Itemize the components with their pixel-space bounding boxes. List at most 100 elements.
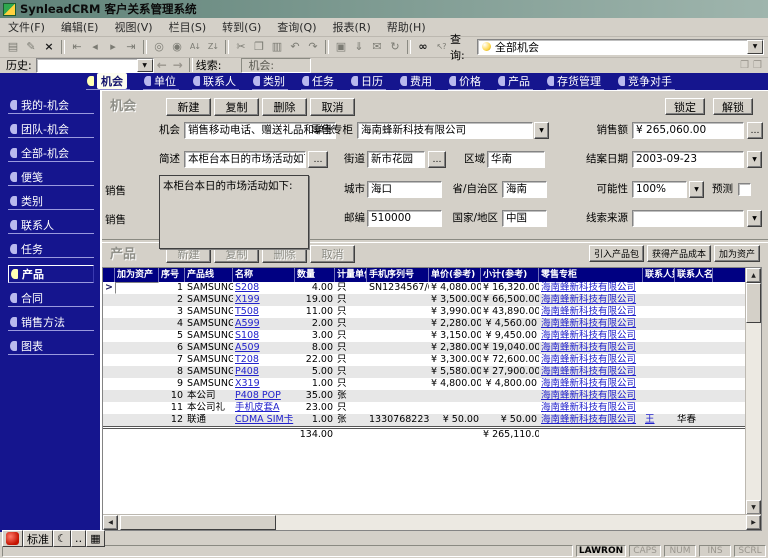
cell-link[interactable]: 海南蜂新科技有限公司 [539,318,643,330]
tab-item[interactable]: 产品 [495,73,535,91]
column-header[interactable]: 小计(参考) [481,268,539,282]
cell-link[interactable]: X199 [233,294,295,306]
redo-icon[interactable]: ↷ [304,39,322,55]
catalog-icon[interactable]: ❒ [753,60,762,71]
tab-item[interactable]: 费用 [397,73,437,91]
paste-icon[interactable]: ▥ [268,39,286,55]
column-header[interactable]: 产品线 [185,268,233,282]
table-row[interactable]: 5SAMSUNGS1083.00只¥ 3,150.00¥ 9,450.00海南蜂… [103,330,746,342]
first-record-icon[interactable]: ⇤ [68,39,86,55]
unlock-button[interactable]: 解锁 [713,98,753,115]
cell-link[interactable]: 海南蜂新科技有限公司 [539,402,643,414]
sidebar-item[interactable]: 类别 [8,193,94,210]
ime-keyboard-icon[interactable]: ▦ [86,530,104,547]
city-input[interactable]: 海口 [367,181,442,198]
zip-input[interactable]: 510000 [367,210,442,227]
tab-item[interactable]: 任务 [299,73,339,91]
close-date-dropdown-icon[interactable]: ▼ [747,151,762,168]
table-row[interactable]: 7SAMSUNGT20822.00只¥ 3,300.00¥ 72,600.00海… [103,354,746,366]
menu-item[interactable]: 视图(V) [106,19,160,35]
sidebar-item[interactable]: 合同 [8,290,94,307]
sidebar-item[interactable]: 全部-机会 [8,145,94,162]
column-header[interactable]: 计量单位 [335,268,367,282]
scroll-right-icon[interactable]: ▶ [746,515,761,530]
cell-link[interactable]: 海南蜂新科技有限公司 [539,342,643,354]
sidebar-item[interactable]: 便笺 [8,169,94,186]
sidebar-item[interactable]: 联系人 [8,217,94,234]
scroll-up-icon[interactable]: ▲ [746,268,761,283]
street-input[interactable]: 新市花园 [367,151,425,168]
vertical-scrollbar[interactable]: ▲ ▼ [745,268,761,515]
history-back-icon[interactable]: ← [154,58,170,72]
cell-link[interactable]: T508 [233,306,295,318]
opportunity-action-button[interactable]: 取消 [310,98,355,116]
new-record-icon[interactable]: ▤ [4,39,22,55]
table-row[interactable]: 3SAMSUNGT50811.00只¥ 3,990.00¥ 43,890.00海… [103,306,746,318]
ime-punctuation-icon[interactable]: ‥ [71,530,86,547]
query-combobox[interactable]: 全部机会 ▼ [477,39,764,55]
cell-link[interactable]: A599 [233,318,295,330]
menu-item[interactable]: 查询(Q) [269,19,324,35]
help-pointer-icon[interactable]: ↖? [432,39,450,55]
table-row[interactable]: 8SAMSUNGP4085.00只¥ 5,580.00¥ 27,900.00海南… [103,366,746,378]
region-input[interactable]: 华南 [487,151,545,168]
report-icon[interactable]: ❒ [740,60,749,71]
print-icon[interactable]: ▣ [332,39,350,55]
edit-record-icon[interactable]: ✎ [22,39,40,55]
tab-item[interactable]: 单位 [141,73,181,91]
close-date-input[interactable]: 2003-09-23 [632,151,744,168]
sidebar-item[interactable]: 销售方法 [8,314,94,331]
history-dropdown-icon[interactable]: ▼ [137,59,153,72]
previous-record-icon[interactable]: ◂ [86,39,104,55]
lead-source-input[interactable] [632,210,744,227]
opportunity-action-button[interactable]: 复制 [214,98,259,116]
cell-link[interactable]: 海南蜂新科技有限公司 [539,306,643,318]
sidebar-item[interactable]: 任务 [8,241,94,258]
sidebar-item[interactable]: 图表 [8,338,94,355]
table-row[interactable]: 4SAMSUNGA5992.00只¥ 2,280.00¥ 4,560.00海南蜂… [103,318,746,330]
retail-counter-input[interactable]: 海南蜂新科技有限公司 [357,122,533,139]
cell-link[interactable]: 海南蜂新科技有限公司 [539,282,643,294]
menu-item[interactable]: 编辑(E) [53,19,107,35]
menu-item[interactable]: 转到(G) [214,19,269,35]
menu-item[interactable]: 帮助(H) [379,19,434,35]
cell-link[interactable]: 王 [643,414,675,426]
opportunity-action-button[interactable]: 删除 [262,98,307,116]
horizontal-scrollbar[interactable]: ◀ ▶ [103,514,761,530]
summary-input[interactable]: 本柜台本日的市场活动如下: [184,151,306,168]
cell-link[interactable]: P408 [233,366,295,378]
next-record-icon[interactable]: ▸ [104,39,122,55]
table-row[interactable]: >1SAMSUNGS2084.00只SN1234567/68/¥ 4,080.0… [103,282,746,294]
zoom-icon[interactable]: ◎ [150,39,168,55]
product-tool-button[interactable]: 加为资产 [714,245,760,262]
tab-item[interactable]: 存货管理 [544,73,606,91]
ime-logo[interactable] [2,530,23,547]
column-header[interactable]: 名称 [233,268,295,282]
cell-link[interactable]: 海南蜂新科技有限公司 [539,378,643,390]
last-record-icon[interactable]: ⇥ [122,39,140,55]
tab-item[interactable]: 机会 [84,73,132,91]
cell-link[interactable]: 海南蜂新科技有限公司 [539,366,643,378]
retail-counter-dropdown-icon[interactable]: ▼ [534,122,549,139]
column-header[interactable]: 零售专柜 [539,268,643,282]
mail-icon[interactable]: ✉ [368,39,386,55]
cell-link[interactable]: 海南蜂新科技有限公司 [539,390,643,402]
table-row[interactable]: 12联通CDMA SIM卡1.00张13307682236¥ 50.00¥ 50… [103,414,746,426]
menu-item[interactable]: 报表(R) [325,19,379,35]
forecast-checkbox[interactable] [738,183,751,196]
cell-link[interactable]: S108 [233,330,295,342]
sidebar-item[interactable]: 产品 [8,265,94,283]
product-tool-button[interactable]: 获得产品成本 [647,245,711,262]
undo-icon[interactable]: ↶ [286,39,304,55]
cell-link[interactable]: P408 POP [233,390,295,402]
probability-input[interactable]: 100% [632,181,687,198]
product-tool-button[interactable]: 引入产品包 [589,245,644,262]
menu-item[interactable]: 文件(F) [0,19,53,35]
cell-link[interactable]: X319 [233,378,295,390]
cell-link[interactable]: 手机皮套A [233,402,295,414]
table-row[interactable]: 10本公司P408 POP35.00张海南蜂新科技有限公司 [103,390,746,402]
sidebar-item[interactable]: 团队-机会 [8,121,94,138]
cell-link[interactable]: 海南蜂新科技有限公司 [539,294,643,306]
cell-link[interactable]: A509 [233,342,295,354]
export-icon[interactable]: ⇓ [350,39,368,55]
